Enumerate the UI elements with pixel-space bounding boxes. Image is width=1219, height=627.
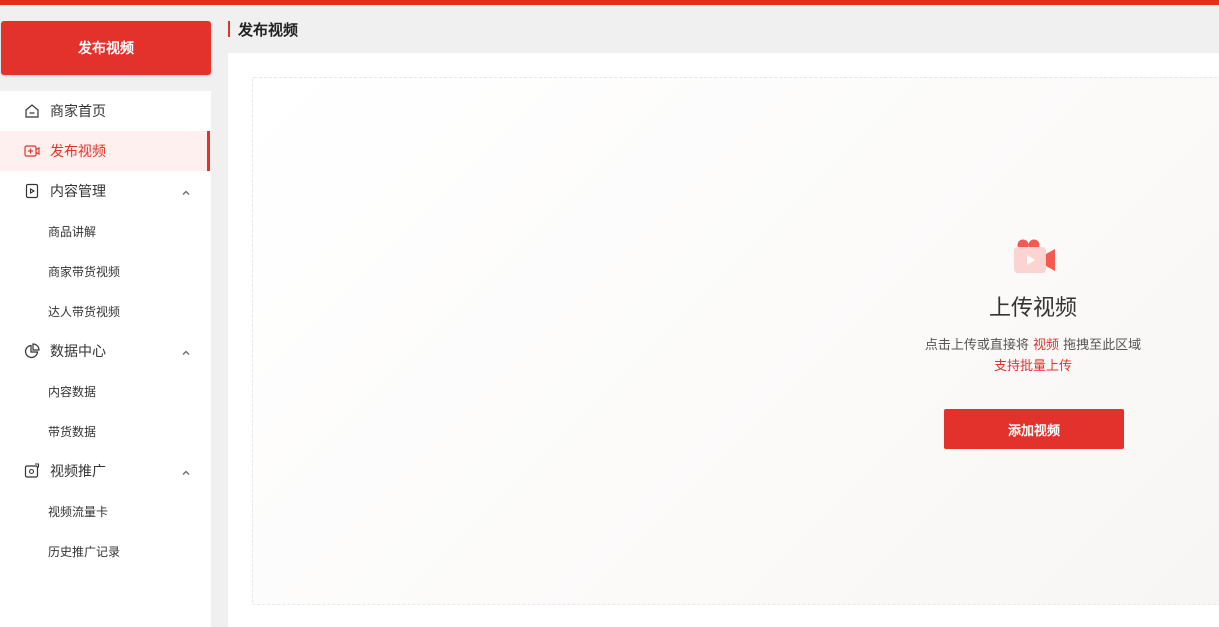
upload-hint-highlight: 视频 xyxy=(1032,338,1059,353)
sidebar-item-label: 发布视频 xyxy=(50,144,106,160)
sidebar-item-label: 商家首页 xyxy=(50,104,106,120)
chevron-up-icon[interactable] xyxy=(180,464,192,476)
sidebar-subitem-label: 视频流量卡 xyxy=(48,504,109,519)
page-header: 发布视频 xyxy=(228,19,298,39)
publish-video-button-label: 发布视频 xyxy=(78,41,134,57)
upload-title: 上传视频 xyxy=(988,296,1077,321)
sidebar-subitem-sales-data[interactable]: 带货数据 xyxy=(0,411,211,451)
sidebar-subitem-label: 内容数据 xyxy=(48,384,97,399)
sidebar-item-label: 视频推广 xyxy=(50,464,106,480)
sidebar-item-video-promotion[interactable]: 视频推广 xyxy=(0,451,211,491)
sidebar-subitem-label: 商品讲解 xyxy=(48,224,97,239)
sidebar-item-home[interactable]: 商家首页 xyxy=(0,91,211,131)
sidebar-subitem-content-data[interactable]: 内容数据 xyxy=(0,371,211,411)
batch-upload-hint: 支持批量上传 xyxy=(993,359,1072,374)
promote-icon xyxy=(24,463,40,479)
sidebar-item-data-center[interactable]: 数据中心 xyxy=(0,331,211,371)
sidebar-subitem-product-explain[interactable]: 商品讲解 xyxy=(0,211,211,251)
top-accent-strip xyxy=(0,0,1219,5)
home-icon xyxy=(24,103,40,119)
page-title: 发布视频 xyxy=(238,20,299,39)
video-camera-icon xyxy=(1013,236,1057,276)
sidebar-subitem-label: 商家带货视频 xyxy=(48,264,121,279)
upload-hint-suffix: 拖拽至此区域 xyxy=(1063,338,1142,353)
content-card: 上传视频 点击上传或直接将 视频 拖拽至此区域 支持批量上传 添加视频 xyxy=(228,53,1219,627)
active-indicator xyxy=(207,131,210,171)
sidebar-subitem-label: 带货数据 xyxy=(48,424,97,439)
sidebar-subitem-merchant-videos[interactable]: 商家带货视频 xyxy=(0,251,211,291)
sidebar-item-content-management[interactable]: 内容管理 xyxy=(0,171,211,211)
video-plus-icon xyxy=(24,143,40,159)
add-video-button[interactable]: 添加视频 xyxy=(944,409,1124,449)
chevron-up-icon[interactable] xyxy=(180,344,192,356)
upload-hint-prefix: 点击上传或直接将 xyxy=(924,338,1029,353)
upload-drop-zone[interactable]: 上传视频 点击上传或直接将 视频 拖拽至此区域 支持批量上传 添加视频 xyxy=(252,77,1219,605)
pie-chart-icon xyxy=(24,343,40,359)
sidebar-subitem-promotion-history[interactable]: 历史推广记录 xyxy=(0,531,211,571)
sidebar-subitem-traffic-card[interactable]: 视频流量卡 xyxy=(0,491,211,531)
upload-hint: 点击上传或直接将 视频 拖拽至此区域 xyxy=(893,334,1173,353)
content-icon xyxy=(24,183,40,199)
sidebar-item-label: 数据中心 xyxy=(50,344,106,360)
sidebar-subitem-influencer-videos[interactable]: 达人带货视频 xyxy=(0,291,211,331)
sidebar-item-publish-video[interactable]: 发布视频 xyxy=(0,131,211,171)
sidebar-item-label: 内容管理 xyxy=(50,184,106,200)
sidebar-subitem-label: 达人带货视频 xyxy=(48,304,121,319)
sidebar-subitem-label: 历史推广记录 xyxy=(48,544,121,559)
chevron-up-icon[interactable] xyxy=(180,184,192,196)
title-accent-bar xyxy=(228,21,230,37)
publish-video-button[interactable]: 发布视频 xyxy=(1,21,211,75)
sidebar: 商家首页 发布视频 内容管理 商品讲解 商家带货视频 达人带货视频 数据中心 内… xyxy=(0,91,211,627)
